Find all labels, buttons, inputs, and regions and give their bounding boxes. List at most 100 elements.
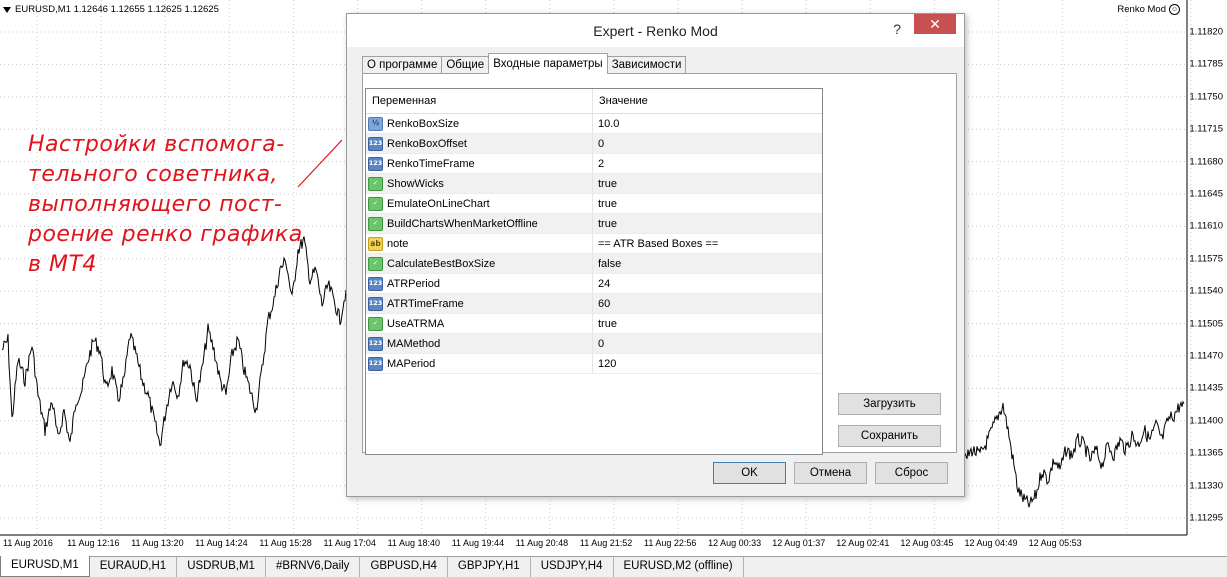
dialog-titlebar[interactable]: Expert - Renko Mod ? ✕	[347, 14, 964, 47]
expert-advisor-name: Renko Mod	[1117, 4, 1166, 15]
table-row[interactable]: ✓ BuildChartsWhenMarketOffline true	[366, 214, 822, 234]
param-name-cell: ✓ BuildChartsWhenMarketOffline	[366, 214, 593, 233]
param-type-bool-icon: ✓	[368, 176, 383, 191]
table-row[interactable]: ½ RenkoBoxSize 10.0	[366, 114, 822, 134]
param-value-cell[interactable]: 0	[593, 134, 822, 153]
param-type-int-icon: 123	[368, 356, 383, 371]
table-row[interactable]: 123 MAMethod 0	[366, 334, 822, 354]
price-tick-label: 1.11540	[1189, 285, 1223, 297]
param-type-int-icon: 123	[368, 336, 383, 351]
param-value-cell[interactable]: 60	[593, 294, 822, 313]
param-value-cell[interactable]: 24	[593, 274, 822, 293]
tab-about[interactable]: О программе	[362, 56, 443, 74]
time-tick-label: 12 Aug 05:53	[1028, 538, 1082, 548]
tab-common[interactable]: Общие	[441, 56, 490, 74]
close-icon[interactable]: ✕	[914, 14, 956, 34]
price-tick-label: 1.11785	[1189, 58, 1223, 70]
chart-tab-euraud-h1[interactable]: EURAUD,H1	[90, 557, 178, 577]
param-type-bool-icon: ✓	[368, 256, 383, 271]
price-tick-label: 1.11610	[1189, 220, 1223, 232]
chart-tab-usdrub-m1[interactable]: USDRUB,M1	[177, 557, 266, 577]
param-name: RenkoBoxSize	[387, 117, 460, 130]
param-type-bool-icon: ✓	[368, 216, 383, 231]
price-tick-label: 1.11295	[1189, 512, 1223, 524]
price-tick-label: 1.11575	[1189, 253, 1223, 265]
param-name-cell: 123 MAMethod	[366, 334, 593, 353]
table-row[interactable]: ✓ ShowWicks true	[366, 174, 822, 194]
dialog-body: О программе Общие Входные параметры Зави…	[355, 47, 957, 488]
param-type-int-icon: 123	[368, 136, 383, 151]
table-row[interactable]: 123 RenkoTimeFrame 2	[366, 154, 822, 174]
param-value-cell[interactable]: true	[593, 314, 822, 333]
annotation-line: роение ренко графика	[28, 222, 303, 247]
time-tick-label: 12 Aug 04:49	[964, 538, 1018, 548]
param-value-cell[interactable]: true	[593, 214, 822, 233]
chart-tab-eurusd-m2-offline[interactable]: EURUSD,M2 (offline)	[614, 557, 744, 577]
price-series-line	[964, 400, 1185, 508]
param-value-cell[interactable]: true	[593, 194, 822, 213]
ok-button[interactable]: OK	[713, 462, 786, 484]
price-tick-label: 1.11820	[1189, 26, 1223, 38]
price-tick-label: 1.11365	[1189, 447, 1223, 459]
param-value-cell[interactable]: 120	[593, 354, 822, 373]
chart-annotation: Настройки вспомога- тельного советника, …	[28, 130, 328, 280]
reset-button[interactable]: Сброс	[875, 462, 948, 484]
param-name: note	[387, 237, 409, 250]
param-name: CalculateBestBoxSize	[387, 257, 496, 270]
column-header-variable[interactable]: Переменная	[366, 89, 593, 113]
time-tick-label: 11 Aug 21:52	[579, 538, 633, 548]
price-tick-label: 1.11470	[1189, 350, 1223, 362]
param-value-cell[interactable]: 10.0	[593, 114, 822, 133]
param-name-cell: ✓ ShowWicks	[366, 174, 593, 193]
tab-dependencies[interactable]: Зависимости	[606, 56, 687, 74]
table-row[interactable]: ✓ EmulateOnLineChart true	[366, 194, 822, 214]
tab-inputs[interactable]: Входные параметры	[488, 53, 608, 74]
table-row[interactable]: ✓ UseATRMA true	[366, 314, 822, 334]
chart-tab-usdjpy-h4[interactable]: USDJPY,H4	[531, 557, 614, 577]
chart-tab-eurusd-m1[interactable]: EURUSD,M1	[0, 556, 90, 577]
time-tick-label: 11 Aug 2016	[3, 538, 53, 548]
time-tick-label: 11 Aug 13:20	[131, 538, 184, 548]
price-tick-label: 1.11680	[1189, 156, 1223, 168]
table-row[interactable]: 123 RenkoBoxOffset 0	[366, 134, 822, 154]
param-value-cell[interactable]: 0	[593, 334, 822, 353]
table-row[interactable]: 123 MAPeriod 120	[366, 354, 822, 374]
chart-tab-gbpjpy-h1[interactable]: GBPJPY,H1	[448, 557, 531, 577]
param-name: BuildChartsWhenMarketOffline	[387, 217, 538, 230]
price-tick-label: 1.11505	[1189, 318, 1223, 330]
column-header-value[interactable]: Значение	[593, 89, 822, 113]
param-name: UseATRMA	[387, 317, 445, 330]
load-button[interactable]: Загрузить	[838, 393, 941, 415]
chart-menu-triangle-icon[interactable]	[3, 6, 11, 13]
param-name: MAPeriod	[387, 357, 436, 370]
param-type-int-icon: 123	[368, 276, 383, 291]
annotation-line: тельного советника,	[28, 162, 279, 187]
param-name: RenkoBoxOffset	[387, 137, 467, 150]
param-type-int-icon: 123	[368, 296, 383, 311]
time-tick-label: 12 Aug 01:37	[772, 538, 826, 548]
annotation-line: выполняющего пост-	[28, 192, 283, 217]
table-row[interactable]: ab note == ATR Based Boxes ==	[366, 234, 822, 254]
input-parameters-table[interactable]: Переменная Значение ½ RenkoBoxSize 10.0 123…	[365, 88, 823, 455]
table-row[interactable]: ✓ CalculateBestBoxSize false	[366, 254, 822, 274]
price-tick-label: 1.11330	[1189, 480, 1223, 492]
param-value-cell[interactable]: true	[593, 174, 822, 193]
param-name-cell: ✓ CalculateBestBoxSize	[366, 254, 593, 273]
table-header: Переменная Значение	[366, 89, 822, 114]
param-value-cell[interactable]: false	[593, 254, 822, 273]
chart-tab-gbpusd-h4[interactable]: GBPUSD,H4	[360, 557, 448, 577]
table-row[interactable]: 123 ATRPeriod 24	[366, 274, 822, 294]
cancel-button[interactable]: Отмена	[794, 462, 867, 484]
save-button[interactable]: Сохранить	[838, 425, 941, 447]
param-value-cell[interactable]: 2	[593, 154, 822, 173]
chart-tab-brnv6-daily[interactable]: #BRNV6,Daily	[266, 557, 361, 577]
help-icon[interactable]: ?	[893, 21, 901, 37]
price-tick-label: 1.11645	[1189, 188, 1223, 200]
param-type-bool-icon: ✓	[368, 196, 383, 211]
time-tick-label: 11 Aug 15:28	[259, 538, 312, 548]
price-tick-label: 1.11715	[1189, 123, 1223, 135]
param-value-cell[interactable]: == ATR Based Boxes ==	[593, 234, 822, 253]
table-row[interactable]: 123 ATRTimeFrame 60	[366, 294, 822, 314]
param-type-int-icon: 123	[368, 156, 383, 171]
param-name: ShowWicks	[387, 177, 444, 190]
